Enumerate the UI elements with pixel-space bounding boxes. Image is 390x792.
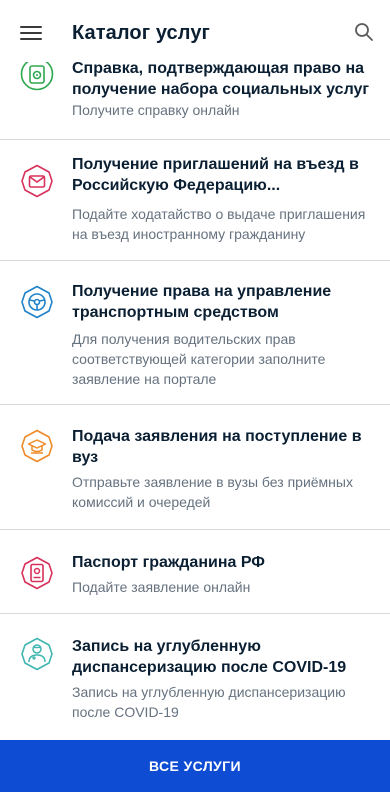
doctor-icon bbox=[21, 637, 53, 671]
graduation-cap-icon bbox=[21, 429, 53, 463]
service-item-passport[interactable]: Паспорт гражданина РФ Подайте заявление … bbox=[0, 530, 390, 614]
passport-icon bbox=[21, 556, 53, 590]
service-title: Справка, подтверждающая право на получен… bbox=[72, 58, 374, 100]
service-title-line: транспортным средством bbox=[72, 304, 279, 321]
hamburger-menu-icon[interactable] bbox=[20, 26, 42, 40]
service-desc-line: после COVID-19 bbox=[72, 704, 179, 720]
service-desc-line: на въезд иностранному гражданину bbox=[72, 226, 306, 242]
certificate-icon bbox=[20, 57, 54, 91]
service-title: Получение права на управление транспортн… bbox=[72, 281, 374, 323]
invitation-envelope-icon bbox=[21, 164, 53, 198]
service-desc-line: Подайте ходатайство о выдаче приглашения bbox=[72, 206, 366, 222]
service-title: Подача заявления на поступление в вуз bbox=[72, 426, 374, 468]
service-desc-line: Получите справку онлайн bbox=[72, 102, 240, 118]
service-title-line: Подача заявления на поступление в bbox=[72, 428, 362, 445]
service-item-invitations[interactable]: Получение приглашений на въезд в Российс… bbox=[0, 140, 390, 261]
service-title: Получение приглашений на въезд в Российс… bbox=[72, 154, 374, 196]
service-desc-line: комиссий и очередей bbox=[72, 494, 211, 510]
service-title: Запись на углубленную диспансеризацию по… bbox=[72, 636, 374, 678]
service-title-line: Запись на углубленную bbox=[72, 638, 261, 655]
service-desc-line: Для получения водительских прав bbox=[72, 331, 296, 347]
page-title: Каталог услуг bbox=[72, 22, 210, 44]
service-title-line: Получение права на управление bbox=[72, 283, 332, 300]
service-title-line: Российскую Федерацию... bbox=[72, 177, 281, 194]
service-title-line: вуз bbox=[72, 449, 99, 466]
service-description: Подайте ходатайство о выдаче приглашения… bbox=[72, 204, 374, 244]
services-list: Справка, подтверждающая право на получен… bbox=[0, 0, 390, 740]
service-desc-line: соответствующей категории заполните bbox=[72, 351, 326, 367]
steering-wheel-icon bbox=[21, 285, 53, 319]
service-description: Подайте заявление онлайн bbox=[72, 577, 374, 597]
search-icon[interactable] bbox=[354, 22, 374, 42]
service-item-covid-checkup[interactable]: Запись на углубленную диспансеризацию по… bbox=[0, 614, 390, 740]
service-item-driving-license[interactable]: Получение права на управление транспортн… bbox=[0, 261, 390, 405]
service-item-university[interactable]: Подача заявления на поступление в вуз От… bbox=[0, 405, 390, 530]
service-title-line: Паспорт гражданина РФ bbox=[72, 554, 265, 571]
service-title-line: диспансеризацию после COVID-19 bbox=[72, 659, 347, 676]
service-desc-line: Подайте заявление онлайн bbox=[72, 579, 251, 595]
top-app-bar: Каталог услуг bbox=[0, 0, 390, 62]
service-description: Для получения водительских прав соответс… bbox=[72, 329, 374, 389]
service-desc-line: Запись на углубленную диспансеризацию bbox=[72, 684, 346, 700]
service-title-line: получение набора социальных услуг bbox=[72, 81, 370, 98]
service-description: Отправьте заявление в вузы без приёмных … bbox=[72, 472, 374, 512]
service-title: Паспорт гражданина РФ bbox=[72, 552, 374, 573]
all-services-button[interactable]: ВСЕ УСЛУГИ bbox=[0, 740, 390, 792]
service-desc-line: заявление на портале bbox=[72, 371, 217, 387]
service-desc-line: Отправьте заявление в вузы без приёмных bbox=[72, 474, 353, 490]
service-description: Запись на углубленную диспансеризацию по… bbox=[72, 682, 374, 722]
service-title-line: Получение приглашений на въезд в bbox=[72, 156, 359, 173]
service-description: Получите справку онлайн bbox=[72, 100, 374, 120]
